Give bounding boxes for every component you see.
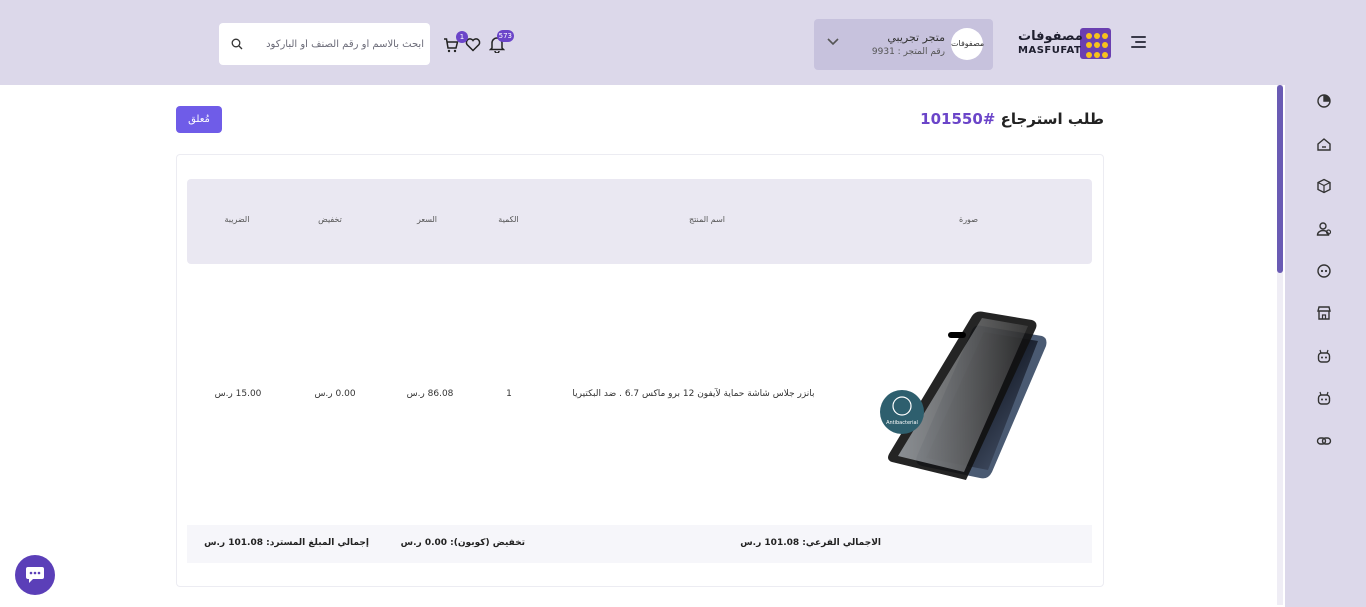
logo-icon[interactable] (1080, 28, 1111, 59)
coupon-discount: تخفيض (كوبون): 0.00 ر.س (400, 538, 525, 548)
store-icon[interactable] (1316, 305, 1332, 321)
sales-icon[interactable] (1316, 263, 1332, 279)
bot-icon[interactable] (1316, 390, 1332, 406)
cart-button[interactable]: 1 (443, 31, 468, 55)
store-name: متجر تجريبي (887, 31, 945, 44)
refund-total: إجمالي المبلغ المسترد: 101.08 ر.س (204, 538, 369, 548)
wishlist-button[interactable] (465, 37, 483, 55)
antibacterial-badge: Antibacterial (886, 420, 918, 426)
chat-icon (26, 567, 44, 583)
product-discount: 0.00 ر.س (314, 389, 356, 399)
store-switcher[interactable]: مصفوفات متجر تجريبي رقم المتجر : 9931 (814, 19, 993, 70)
column-header-quantity: الكمية (498, 215, 519, 224)
product-name: بانزر جلاس شاشة حماية لآيفون 12 برو ماكس… (572, 389, 815, 399)
notifications-button[interactable]: 573 (488, 30, 514, 54)
link-icon[interactable] (1316, 433, 1332, 449)
search-input[interactable] (249, 34, 424, 54)
product-quantity: 1 (506, 389, 512, 399)
totals-bar: الاجمالي الفرعي: 101.08 ر.س تخفيض (كوبون… (187, 525, 1092, 563)
product-price: 86.08 ر.س (406, 389, 454, 399)
menu-icon[interactable] (1131, 36, 1146, 48)
side-rail (1285, 85, 1366, 607)
column-header-image: صورة (959, 215, 978, 224)
column-header-tax: الضريبة (224, 215, 250, 224)
chevron-down-icon (826, 35, 840, 51)
cart-badge: 1 (456, 31, 468, 43)
page-title: طلب استرجاع #101550 (900, 110, 1104, 128)
users-icon[interactable] (1316, 221, 1332, 237)
logo-text-ar: مصفوفات (1018, 29, 1083, 44)
table-header: صورة اسم المنتج الكمية السعر تخفيض الضري… (187, 179, 1092, 264)
product-image: Antibacterial (880, 311, 1047, 480)
robot-icon[interactable] (1316, 348, 1332, 364)
home-icon[interactable] (1316, 136, 1332, 152)
store-avatar: مصفوفات (951, 28, 984, 60)
column-header-price: السعر (416, 215, 438, 224)
order-number: #101550 (920, 110, 996, 128)
scrollbar-thumb[interactable] (1277, 85, 1283, 273)
subtotal: الاجمالي الفرعي: 101.08 ر.س (740, 538, 881, 548)
page-title-text: طلب استرجاع (1000, 110, 1104, 128)
column-header-product-name: اسم المنتج (688, 215, 726, 224)
notifications-badge: 573 (496, 30, 514, 42)
pie-chart-icon[interactable] (1316, 93, 1332, 109)
logo-text-en: MASFUFAT (1018, 45, 1082, 56)
search-icon (231, 38, 243, 50)
store-number: رقم المتجر : 9931 (871, 47, 945, 57)
product-tax: 15.00 ر.س (214, 389, 262, 399)
scrollbar[interactable] (1277, 85, 1283, 605)
chat-button[interactable] (15, 555, 55, 595)
column-header-discount: تخفيض (318, 215, 342, 224)
box-icon[interactable] (1316, 178, 1332, 194)
search-box (219, 23, 430, 65)
top-header: مصفوفات MASFUFAT مصفوفات متجر تجريبي رقم… (0, 0, 1366, 85)
status-button[interactable]: مُعلق (176, 106, 222, 133)
